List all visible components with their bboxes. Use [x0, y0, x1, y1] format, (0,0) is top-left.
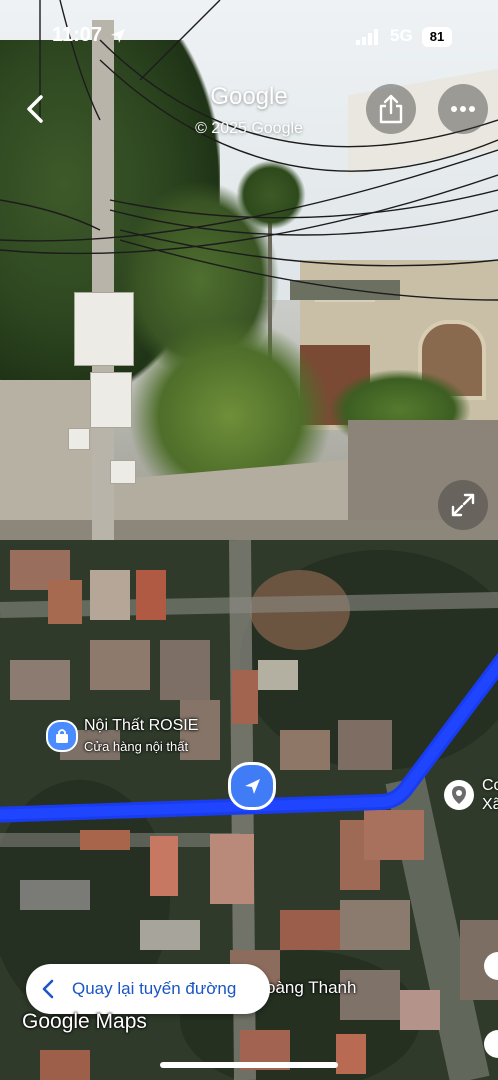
poi-marker[interactable]: [46, 720, 78, 752]
poi-label-right-line2: Xã: [482, 796, 498, 813]
poi-marker-right[interactable]: [444, 780, 474, 810]
more-options-button[interactable]: [438, 84, 488, 134]
poi-label-right[interactable]: Co Xã: [482, 776, 498, 814]
google-maps-logo: Google Maps: [22, 1010, 147, 1033]
share-icon: [379, 94, 403, 124]
poi-label-right-line1: Co: [482, 777, 498, 794]
return-to-route-label: Quay lại tuyến đường: [72, 979, 237, 998]
street-label: oàng Thanh: [266, 978, 357, 997]
poi-name[interactable]: Nội Thất ROSIE: [84, 717, 198, 735]
network-label: 5G: [390, 26, 413, 45]
home-indicator[interactable]: [160, 1062, 338, 1068]
signal-icon: [356, 29, 378, 45]
poi-category: Cửa hàng nội thất: [84, 739, 189, 754]
street-view-title: Google: [210, 83, 288, 110]
navigation-arrow-icon: [245, 779, 260, 794]
battery-indicator: 81: [422, 27, 452, 47]
chevron-left-icon: [42, 979, 54, 999]
expand-button[interactable]: [438, 480, 488, 530]
shopping-bag-icon: [56, 729, 68, 743]
street-view-panel[interactable]: 11:07 5G 81 Google © 2025 Google: [0, 0, 498, 540]
navigation-puck: [228, 762, 276, 810]
expand-icon: [451, 493, 475, 517]
power-wires: [0, 0, 498, 301]
share-button[interactable]: [366, 84, 416, 134]
status-time: 11:07: [52, 24, 103, 46]
location-arrow-icon: [111, 29, 125, 43]
street-view-copyright: © 2025 Google: [195, 120, 303, 137]
return-to-route-button[interactable]: Quay lại tuyến đường: [26, 964, 270, 1014]
location-pin-icon: [452, 786, 466, 804]
more-icon: [451, 106, 475, 112]
